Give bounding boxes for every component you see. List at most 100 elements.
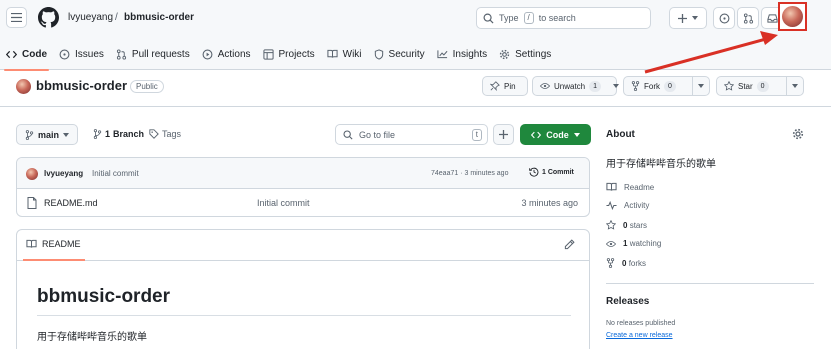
readme-body: 用于存储哔哔音乐的歌单 [37, 332, 147, 343]
tab-label: Security [388, 48, 425, 60]
repo-owner-avatar[interactable] [16, 79, 31, 94]
sidebar-item-stars[interactable]: 0 stars [606, 220, 647, 230]
file-updated-time: 3 minutes ago [521, 198, 578, 208]
fork-label: Fork [644, 81, 660, 91]
tags-label: Tags [162, 129, 182, 139]
tab-actions[interactable]: Actions [196, 38, 257, 70]
caret-down-icon [63, 132, 70, 137]
commit-hash[interactable]: 74eaa71 [431, 170, 458, 177]
pencil-icon[interactable] [564, 239, 575, 250]
star-button[interactable]: Star 0 [716, 76, 804, 96]
readme-panel: README bbmusic-order 用于存储哔哔音乐的歌单 [16, 229, 590, 349]
file-commit-message[interactable]: Initial commit [257, 198, 310, 208]
github-logo-icon[interactable] [38, 7, 59, 28]
tab-insights[interactable]: Insights [431, 38, 493, 70]
star-label: Star [738, 81, 753, 91]
tab-issues[interactable]: Issues [53, 38, 110, 70]
branch-icon [93, 129, 102, 139]
table-icon [262, 48, 274, 60]
commit-hash-and-time[interactable]: 74eaa71 · 3 minutes ago [431, 170, 508, 177]
gear-icon [499, 49, 510, 59]
shield-icon [374, 48, 383, 60]
tab-pull-requests[interactable]: Pull requests [110, 38, 196, 70]
search-input[interactable]: Type / to search [476, 7, 651, 29]
table-row[interactable]: README.md Initial commit 3 minutes ago [17, 189, 589, 216]
sidebar-item-readme[interactable]: Readme [606, 182, 654, 192]
star-dropdown[interactable] [787, 77, 803, 95]
code-icon [531, 131, 542, 138]
issues-button[interactable] [713, 7, 735, 29]
forks-count: 0 [622, 258, 627, 268]
commit-count: 1 Commit [542, 168, 574, 176]
search-icon [483, 13, 494, 24]
plus-icon [499, 130, 508, 139]
issue-circle-icon [719, 13, 729, 23]
branches-link[interactable]: 1 Branch [93, 129, 144, 139]
go-to-file-input[interactable]: Go to file t [335, 124, 488, 145]
fork-icon [631, 81, 640, 91]
tab-code[interactable]: Code [0, 38, 53, 71]
stars-text: 0 stars [623, 221, 647, 230]
go-to-file-placeholder: Go to file [359, 129, 396, 140]
sidebar-item-activity[interactable]: Activity [606, 201, 649, 210]
forks-label: forks [628, 258, 647, 268]
branch-icon [25, 129, 34, 140]
breadcrumb-repo[interactable]: bbmusic-order [124, 12, 194, 23]
readme-tab[interactable]: README [26, 239, 81, 249]
tab-settings[interactable]: Settings [493, 38, 557, 70]
book-icon [327, 49, 338, 58]
add-file-button[interactable] [493, 124, 514, 145]
gear-icon[interactable] [792, 128, 804, 140]
branch-selector[interactable]: main [16, 124, 79, 145]
create-release-link[interactable]: Create a new release [606, 332, 673, 339]
sidebar-item-watching[interactable]: 1 watching [606, 239, 661, 248]
commit-author-avatar[interactable] [26, 168, 38, 180]
no-releases-text: No releases published [606, 320, 676, 327]
star-count: 0 [756, 80, 769, 92]
tab-security[interactable]: Security [368, 38, 431, 70]
readme-tab-indicator [23, 259, 85, 261]
create-new-button[interactable] [669, 7, 707, 29]
issue-icon [59, 49, 70, 59]
tab-projects[interactable]: Projects [257, 38, 321, 70]
tags-link[interactable]: Tags [149, 129, 181, 139]
fork-button[interactable]: Fork 0 [623, 76, 710, 96]
visibility-badge: Public [130, 80, 164, 93]
commit-history-link[interactable]: 1 Commit [529, 167, 574, 177]
repo-nav-tabs: Code Issues Pull requests Actions Projec… [0, 38, 557, 71]
fork-dropdown[interactable] [693, 77, 709, 95]
pull-requests-button[interactable] [737, 7, 759, 29]
repo-title[interactable]: bbmusic-order [36, 78, 127, 93]
search-suffix: to search [538, 13, 576, 23]
sidebar-item-forks[interactable]: 0 forks [606, 258, 646, 268]
pin-icon [490, 81, 500, 91]
tab-label: Pull requests [131, 48, 190, 60]
menu-button[interactable] [6, 7, 27, 28]
unwatch-dropdown[interactable] [608, 77, 624, 95]
pin-button[interactable]: Pin [482, 76, 528, 96]
code-button[interactable]: Code [520, 124, 591, 145]
unwatch-button[interactable]: Unwatch 1 [532, 76, 620, 96]
star-icon [606, 220, 616, 230]
releases-title[interactable]: Releases [606, 296, 649, 307]
tab-wiki[interactable]: Wiki [321, 38, 368, 70]
tab-label: Wiki [342, 48, 362, 60]
commit-time: · 3 minutes ago [460, 170, 509, 177]
code-icon [6, 50, 17, 58]
tab-label: Actions [217, 48, 251, 60]
pull-request-icon [116, 48, 126, 60]
caret-down-icon [613, 84, 620, 88]
breadcrumb-owner[interactable]: lvyueyang [68, 12, 113, 23]
watch-count: 1 [589, 80, 602, 92]
tab-label: Issues [75, 48, 104, 60]
readme-tab-label: README [42, 239, 81, 249]
commit-message[interactable]: Initial commit [92, 169, 139, 178]
divider [606, 283, 814, 284]
plus-icon [678, 13, 687, 23]
user-avatar-button[interactable] [778, 2, 807, 31]
file-icon [27, 197, 37, 209]
file-name[interactable]: README.md [44, 198, 98, 208]
commit-author[interactable]: lvyueyang [44, 169, 83, 178]
graph-icon [437, 50, 448, 59]
readme-heading: bbmusic-order [37, 286, 171, 307]
